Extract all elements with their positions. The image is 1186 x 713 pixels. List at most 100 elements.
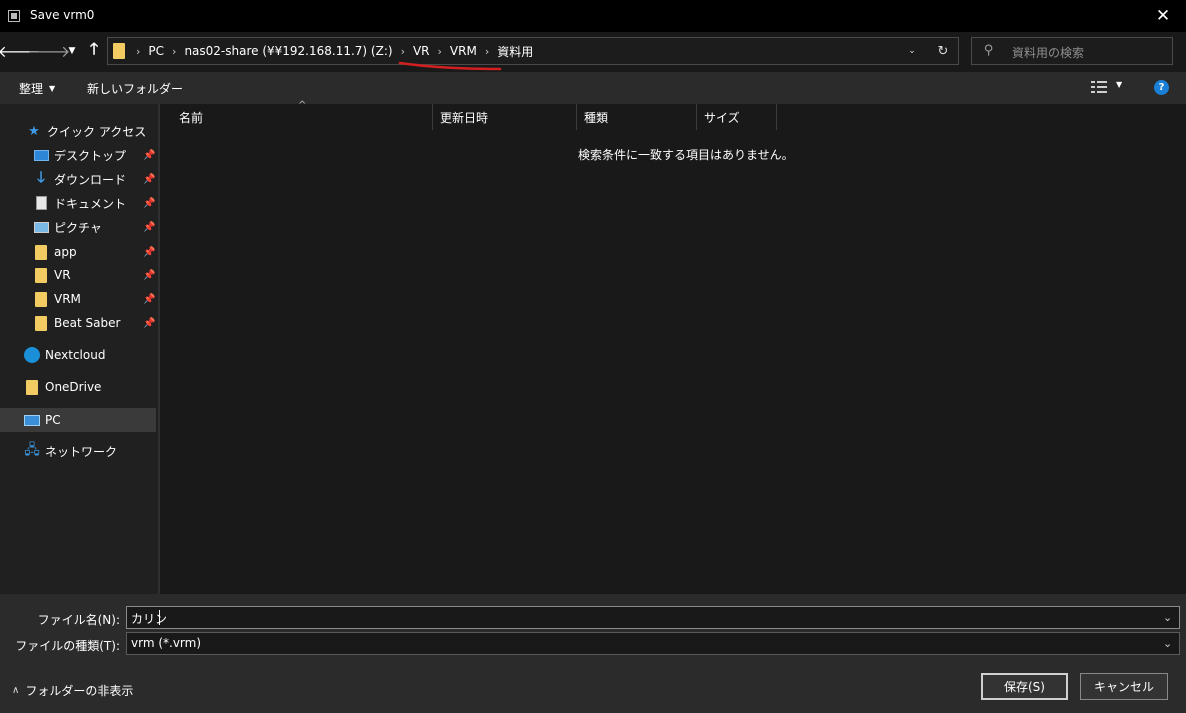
sidebar-item-label: デスクトップ (54, 148, 127, 163)
text-caret (159, 610, 160, 625)
sidebar-item-vr[interactable]: VR (33, 264, 71, 286)
sidebar-item-pictures[interactable]: ピクチャ (33, 216, 102, 238)
nextcloud-icon (24, 347, 40, 363)
file-list[interactable] (160, 104, 1186, 594)
sidebar-item-nextcloud[interactable]: Nextcloud (24, 344, 105, 366)
pin-icon[interactable]: 📌 (143, 247, 155, 258)
chevron-down-icon[interactable]: ⌄ (1163, 637, 1172, 650)
document-icon (33, 195, 49, 211)
sidebar-item-label: OneDrive (45, 380, 102, 394)
search-placeholder: 資料用の検索 (1012, 46, 1085, 60)
pictures-icon (33, 219, 49, 235)
folder-icon (33, 291, 49, 307)
breadcrumb-item-vrm[interactable]: VRM (446, 44, 481, 58)
sidebar-item-label: VRM (54, 292, 81, 306)
filetype-select[interactable]: vrm (*.vrm) ⌄ (126, 632, 1180, 655)
chevron-down-icon[interactable]: ▼ (1116, 80, 1122, 89)
pin-icon[interactable]: 📌 (143, 198, 155, 209)
sidebar-item-label: ピクチャ (54, 220, 102, 235)
chevron-down-icon[interactable]: ⌄ (1163, 611, 1172, 624)
folder-icon (33, 244, 49, 260)
sort-ascending-icon: ^ (298, 100, 307, 111)
breadcrumb-separator[interactable]: › (168, 45, 180, 58)
column-divider[interactable] (696, 104, 697, 130)
folder-icon (113, 43, 125, 59)
filetype-label: ファイルの種類(T): (15, 639, 120, 653)
filetype-value: vrm (*.vrm) (131, 636, 202, 650)
save-button[interactable]: 保存(S) (981, 673, 1068, 700)
star-icon: ★ (28, 123, 40, 139)
desktop-icon (33, 147, 49, 163)
pin-icon[interactable]: 📌 (143, 294, 155, 305)
chevron-up-icon: ∧ (12, 685, 20, 696)
sidebar-item-vrm[interactable]: VRM (33, 288, 81, 310)
sidebar-item-quick-access[interactable]: ★ クイック アクセス (26, 120, 146, 142)
column-header-size[interactable]: サイズ (700, 104, 776, 130)
filename-value: カリン (131, 612, 168, 626)
sidebar-item-label: Nextcloud (45, 348, 106, 362)
address-bar[interactable]: › PC › nas02-share (¥¥192.168.11.7) (Z:)… (107, 37, 959, 65)
breadcrumb-item-pc[interactable]: PC (144, 44, 168, 58)
sidebar-item-downloads[interactable]: 🡓 ダウンロード (33, 168, 126, 190)
breadcrumb: › PC › nas02-share (¥¥192.168.11.7) (Z:)… (132, 43, 537, 59)
sidebar-item-network[interactable]: 🖧 ネットワーク (24, 440, 117, 462)
pin-icon[interactable]: 📌 (143, 150, 155, 161)
pin-icon[interactable]: 📌 (143, 270, 155, 281)
cancel-button[interactable]: キャンセル (1080, 673, 1168, 700)
chevron-down-icon: ▼ (49, 84, 56, 93)
search-input[interactable]: ⚲ 資料用の検索 (971, 37, 1173, 65)
help-icon[interactable]: ? (1154, 80, 1169, 95)
breadcrumb-separator: › (136, 44, 141, 58)
sidebar-item-label: PC (45, 413, 61, 427)
breadcrumb-separator[interactable]: › (481, 45, 493, 58)
pin-icon[interactable]: 📌 (143, 174, 155, 185)
sidebar-item-desktop[interactable]: デスクトップ (33, 144, 126, 166)
window-title: Save vrm0 (30, 8, 95, 22)
forward-button[interactable]: 🡒 (28, 40, 71, 62)
hide-folders-label: フォルダーの非表示 (25, 684, 134, 698)
column-header-date[interactable]: 更新日時 (436, 104, 576, 130)
sidebar-item-onedrive[interactable]: OneDrive (24, 376, 101, 398)
search-icon: ⚲ (984, 43, 994, 58)
breadcrumb-item-vr[interactable]: VR (409, 44, 434, 58)
folder-icon (24, 379, 40, 395)
organize-button[interactable]: 整理 ▼ (19, 80, 55, 97)
filename-field[interactable]: カリン ⌄ (126, 606, 1180, 629)
network-icon: 🖧 (24, 442, 40, 458)
sidebar-item-label: ダウンロード (54, 172, 127, 187)
pin-icon[interactable]: 📌 (143, 222, 155, 233)
folder-icon (33, 315, 49, 331)
sidebar-item-label: Beat Saber (54, 316, 121, 330)
column-header-type[interactable]: 種類 (580, 104, 696, 130)
breadcrumb-separator[interactable]: › (397, 45, 409, 58)
sidebar-item-label: app (54, 245, 77, 259)
computer-icon (24, 412, 40, 428)
column-divider[interactable] (576, 104, 577, 130)
app-icon (8, 10, 20, 22)
column-divider[interactable] (776, 104, 777, 130)
breadcrumb-item-current[interactable]: 資料用 (493, 43, 537, 60)
view-options-icon[interactable] (1091, 81, 1107, 93)
sidebar-item-label: ネットワーク (45, 444, 118, 459)
sidebar-item-label: VR (54, 268, 71, 282)
close-button[interactable]: ✕ (1140, 0, 1186, 32)
folder-icon (33, 267, 49, 283)
download-icon: 🡓 (37, 167, 45, 186)
sidebar-item-beat-saber[interactable]: Beat Saber (33, 312, 120, 334)
title-bar (0, 0, 1186, 32)
new-folder-button[interactable]: 新しいフォルダー (87, 80, 183, 97)
hide-folders-button[interactable]: ∧ フォルダーの非表示 (12, 682, 133, 699)
pin-icon[interactable]: 📌 (143, 318, 155, 329)
up-button[interactable]: 🡑 (84, 39, 104, 62)
sidebar-item-label: ドキュメント (54, 196, 127, 211)
sidebar-item-label: クイック アクセス (47, 124, 147, 139)
refresh-icon[interactable]: ↻ (934, 42, 952, 60)
recent-locations-button[interactable]: ▼ (64, 40, 80, 62)
column-divider[interactable] (432, 104, 433, 130)
breadcrumb-item-share[interactable]: nas02-share (¥¥192.168.11.7) (Z:) (180, 44, 396, 58)
sidebar-item-app[interactable]: app (33, 241, 77, 263)
breadcrumb-separator[interactable]: › (434, 45, 446, 58)
sidebar-item-pc[interactable]: PC (24, 409, 61, 431)
chevron-down-icon[interactable]: ⌄ (904, 42, 920, 60)
sidebar-item-documents[interactable]: ドキュメント (33, 192, 126, 214)
